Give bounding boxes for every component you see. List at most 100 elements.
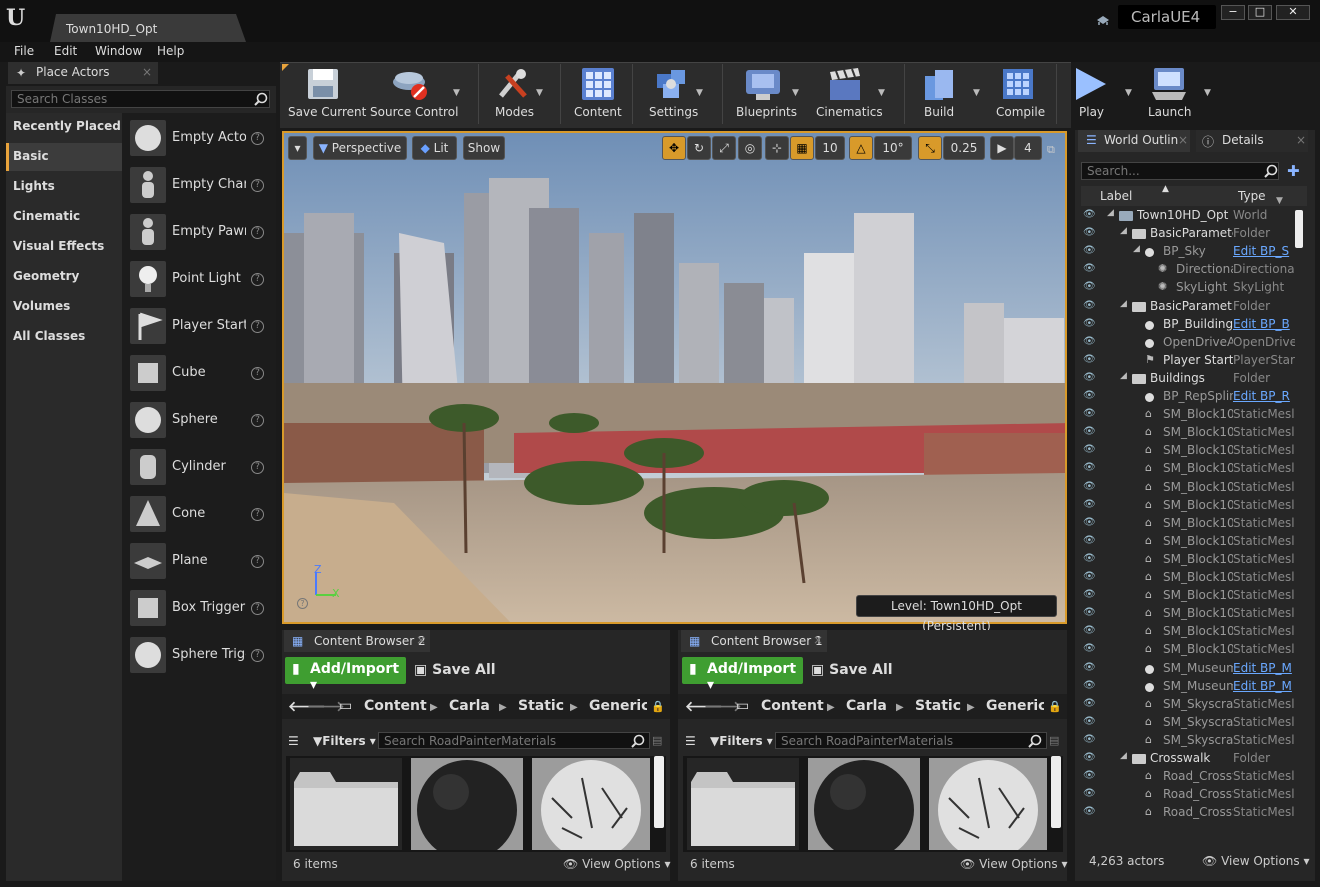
tab-world-outliner[interactable]: ☰ World Outlin × bbox=[1078, 130, 1190, 152]
help-icon[interactable]: ? bbox=[251, 555, 264, 568]
document-tab[interactable]: Town10HD_Opt bbox=[50, 14, 246, 42]
path-content[interactable]: Content bbox=[364, 698, 427, 714]
visibility-eye-icon[interactable]: 👁 bbox=[1083, 209, 1097, 221]
close-icon[interactable]: × bbox=[813, 633, 823, 647]
column-type[interactable]: Type bbox=[1238, 189, 1266, 203]
outliner-search-input[interactable]: Search... bbox=[1081, 162, 1279, 180]
outliner-row[interactable]: 👁 ⌂ SM_Block10_ StaticMesl bbox=[1081, 569, 1297, 587]
content-search-input[interactable]: Search RoadPainterMaterials bbox=[775, 732, 1047, 749]
save-search-icon[interactable]: ▤ bbox=[652, 734, 662, 747]
blueprints-dropdown-icon[interactable]: ▼ bbox=[792, 88, 799, 98]
outliner-row[interactable]: 👁 ⌂ SM_Block10_ StaticMesl bbox=[1081, 641, 1297, 659]
sources-toggle-icon[interactable]: ☰ bbox=[685, 734, 696, 748]
actor-item-label[interactable]: Empty Actor bbox=[172, 130, 246, 145]
settings-button[interactable]: Settings bbox=[649, 105, 698, 119]
outliner-row[interactable]: 👁 ⌂ SM_Block10_ StaticMesl bbox=[1081, 587, 1297, 605]
asset-material-dark[interactable] bbox=[411, 758, 523, 860]
visibility-eye-icon[interactable]: 👁 bbox=[1083, 662, 1097, 674]
launch-button[interactable]: Launch bbox=[1148, 105, 1191, 119]
outliner-row[interactable]: 👁 ◢ BasicParametreFolder bbox=[1081, 298, 1297, 316]
outliner-row[interactable]: 👁 ⌂ SM_Block10_ StaticMesl bbox=[1081, 497, 1297, 515]
launch-dropdown-icon[interactable]: ▼ bbox=[1204, 88, 1211, 98]
source-control-dropdown-icon[interactable]: ▼ bbox=[453, 88, 460, 98]
outliner-row[interactable]: 👁 ⌂ Road_CrosswStaticMesl bbox=[1081, 804, 1297, 822]
close-button[interactable]: ✕ bbox=[1276, 5, 1310, 20]
visibility-eye-icon[interactable]: 👁 bbox=[1083, 788, 1097, 800]
save-all-button[interactable]: ▣ Save All bbox=[811, 662, 893, 678]
visibility-eye-icon[interactable]: 👁 bbox=[1083, 481, 1097, 493]
visibility-eye-icon[interactable]: 👁 bbox=[1083, 444, 1097, 456]
asset-folder[interactable] bbox=[290, 758, 402, 850]
translate-tool-icon[interactable]: ✥ bbox=[662, 136, 686, 160]
outliner-row[interactable]: 👁 ✺ DirectionallDirectiona bbox=[1081, 261, 1297, 279]
category-basic[interactable]: Basic bbox=[13, 149, 49, 163]
visibility-eye-icon[interactable]: 👁 bbox=[1083, 734, 1097, 746]
outliner-row[interactable]: 👁 SM_Museum_Edit BP_M bbox=[1081, 678, 1297, 696]
visibility-eye-icon[interactable]: 👁 bbox=[1083, 499, 1097, 511]
level-viewport[interactable] bbox=[282, 131, 1067, 624]
camera-speed-value[interactable]: 4 bbox=[1014, 136, 1042, 160]
path-content[interactable]: Content bbox=[761, 698, 824, 714]
outliner-row[interactable]: 👁 ⚑ Player Start PlayerStar bbox=[1081, 352, 1297, 370]
visibility-eye-icon[interactable]: 👁 bbox=[1083, 263, 1097, 275]
asset-material-foliage[interactable] bbox=[532, 758, 650, 860]
scale-snap-icon[interactable]: ⤡ bbox=[918, 136, 942, 160]
close-icon[interactable]: × bbox=[1178, 133, 1188, 147]
filters-button[interactable]: ▼Filters ▾ bbox=[710, 734, 773, 748]
actor-item-label[interactable]: Cube bbox=[172, 365, 246, 380]
path-static[interactable]: Static bbox=[518, 698, 564, 714]
build-button[interactable]: Build bbox=[924, 105, 954, 119]
visibility-eye-icon[interactable]: 👁 bbox=[1083, 390, 1097, 402]
visibility-eye-icon[interactable]: 👁 bbox=[1083, 535, 1097, 547]
visibility-eye-icon[interactable]: 👁 bbox=[1083, 625, 1097, 637]
visibility-eye-icon[interactable]: 👁 bbox=[1083, 336, 1097, 348]
actor-item-label[interactable]: Cone bbox=[172, 506, 246, 521]
save-current-button[interactable]: Save Current bbox=[288, 105, 366, 119]
settings-dropdown-icon[interactable]: ▼ bbox=[696, 88, 703, 98]
play-dropdown-icon[interactable]: ▼ bbox=[1125, 88, 1132, 98]
column-label[interactable]: Label bbox=[1100, 189, 1132, 203]
add-folder-icon[interactable]: ✚ bbox=[1287, 162, 1300, 180]
outliner-row[interactable]: 👁 ⌂ SM_SkyscraperStaticMesl bbox=[1081, 696, 1297, 714]
tab-content-browser-2[interactable]: ▦ Content Browser 2 × bbox=[284, 630, 430, 652]
outliner-row[interactable]: 👁 ⌂ SM_SkyscraperStaticMesl bbox=[1081, 714, 1297, 732]
search-icon[interactable] bbox=[254, 92, 268, 109]
outliner-row[interactable]: 👁 ◢ Town10HD_Opt (EWorld bbox=[1081, 207, 1297, 225]
visibility-eye-icon[interactable]: 👁 bbox=[1083, 408, 1097, 420]
outliner-view-options-button[interactable]: 👁 View Options ▾ bbox=[1202, 854, 1310, 868]
expand-arrow-icon[interactable]: ◢ bbox=[1120, 299, 1127, 309]
outliner-row[interactable]: 👁 ◢ BP_Sky Edit BP_S bbox=[1081, 243, 1297, 261]
actor-item-label[interactable]: Box Trigger bbox=[172, 600, 246, 615]
edit-blueprint-link[interactable]: Edit BP_M bbox=[1233, 661, 1295, 675]
close-icon[interactable]: × bbox=[1296, 133, 1306, 147]
visibility-eye-icon[interactable]: 👁 bbox=[1083, 372, 1097, 384]
visibility-eye-icon[interactable]: 👁 bbox=[1083, 553, 1097, 565]
outliner-row[interactable]: 👁 ⌂ Road_CrosswStaticMesl bbox=[1081, 768, 1297, 786]
path-static[interactable]: Static bbox=[915, 698, 961, 714]
camera-speed-icon[interactable]: ▶ bbox=[990, 136, 1014, 160]
visibility-eye-icon[interactable]: 👁 bbox=[1083, 517, 1097, 529]
asset-material-dark[interactable] bbox=[808, 758, 920, 860]
outliner-row[interactable]: 👁 ◢ Crosswalk Folder bbox=[1081, 750, 1297, 768]
expand-arrow-icon[interactable]: ◢ bbox=[1133, 244, 1140, 254]
modes-dropdown-icon[interactable]: ▼ bbox=[536, 88, 543, 98]
scale-tool-icon[interactable]: ⤢ bbox=[712, 136, 736, 160]
outliner-row[interactable]: 👁 ⌂ SM_Block10_ StaticMesl bbox=[1081, 424, 1297, 442]
edit-blueprint-link[interactable]: Edit BP_B bbox=[1233, 317, 1295, 331]
category-lights[interactable]: Lights bbox=[13, 179, 55, 193]
help-icon[interactable]: ? bbox=[251, 508, 264, 521]
search-icon[interactable] bbox=[1264, 164, 1278, 181]
asset-scrollbar[interactable] bbox=[1051, 756, 1061, 828]
help-icon[interactable]: ? bbox=[251, 367, 264, 380]
actor-item-label[interactable]: Empty Pawn bbox=[172, 224, 246, 239]
path-carla[interactable]: Carla bbox=[449, 698, 490, 714]
play-button[interactable]: Play bbox=[1079, 105, 1104, 119]
outliner-row[interactable]: 👁 BP_BuildingCEdit BP_B bbox=[1081, 316, 1297, 334]
outliner-row[interactable]: 👁 ⌂ SM_Block10_ StaticMesl bbox=[1081, 605, 1297, 623]
visibility-eye-icon[interactable]: 👁 bbox=[1083, 698, 1097, 710]
visibility-eye-icon[interactable]: 👁 bbox=[1083, 571, 1097, 583]
actor-item-label[interactable]: Plane bbox=[172, 553, 246, 568]
outliner-row[interactable]: 👁 SM_Museum_Edit BP_M bbox=[1081, 660, 1297, 678]
add-import-button[interactable]: ▮ Add/Import ▾ bbox=[682, 657, 803, 693]
expand-arrow-icon[interactable]: ◢ bbox=[1120, 371, 1127, 381]
